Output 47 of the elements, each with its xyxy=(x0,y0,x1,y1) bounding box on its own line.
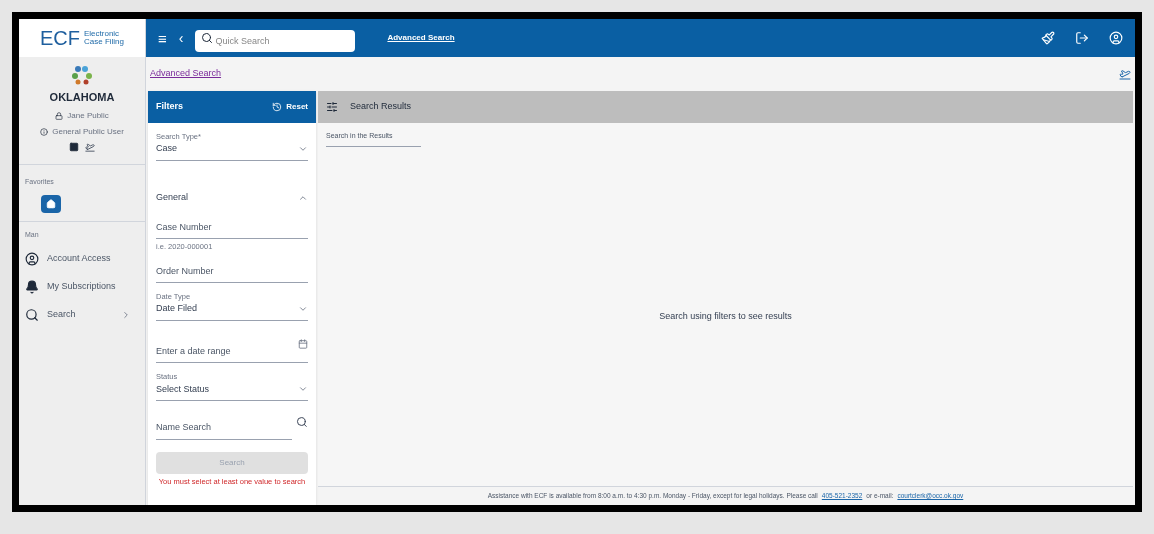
plane-icon[interactable] xyxy=(1119,68,1131,80)
menu-button[interactable]: ≡ xyxy=(158,30,167,46)
advanced-search-link[interactable]: Advanced Search xyxy=(387,32,455,44)
search-icon xyxy=(25,307,39,322)
filter-icon[interactable] xyxy=(326,101,338,113)
dropdown-icon xyxy=(298,304,308,314)
logo-subtitle: Case Filing xyxy=(84,38,124,46)
dropdown-icon xyxy=(298,144,308,154)
user-name: Jane Public xyxy=(67,109,109,122)
nav-item[interactable]: Search xyxy=(25,304,139,325)
logout-icon[interactable] xyxy=(1075,31,1089,45)
search-icon xyxy=(201,32,214,44)
collapse-button[interactable]: ‹ xyxy=(178,31,184,45)
plane-icon[interactable] xyxy=(85,141,95,152)
calendar-icon xyxy=(298,338,308,349)
order-number-field[interactable]: Order Number xyxy=(156,264,308,283)
home-button[interactable] xyxy=(41,195,61,213)
panel-title: Filters xyxy=(156,100,183,114)
flower-logo-icon xyxy=(71,65,93,85)
history-icon xyxy=(272,102,283,112)
quick-search-field[interactable]: Quick Search xyxy=(195,30,356,52)
lock-icon xyxy=(55,111,64,120)
state-name: OKLAHOMA xyxy=(49,90,115,105)
paint-icon[interactable] xyxy=(1041,31,1055,45)
bell-icon xyxy=(25,279,39,294)
case-number-field[interactable]: Case Number xyxy=(156,220,308,240)
search-icon[interactable] xyxy=(296,415,308,428)
empty-message: Search using filters to see results xyxy=(659,309,792,323)
field-value: Date Filed xyxy=(156,302,198,316)
chevron-icon xyxy=(121,309,131,320)
account-icon[interactable] xyxy=(1109,31,1123,45)
name-search-field[interactable]: Name Search xyxy=(156,421,293,440)
field-value: Case xyxy=(156,142,177,156)
nav-item[interactable]: My Subscriptions xyxy=(25,276,139,297)
home-icon xyxy=(46,199,56,209)
logo-text: ECF xyxy=(40,28,80,48)
breadcrumb-link[interactable]: Advanced Search xyxy=(150,67,222,81)
logo-subtitle: Electronic xyxy=(84,30,121,38)
info-icon xyxy=(40,127,49,136)
date-range-field[interactable]: Enter a date range xyxy=(156,344,308,364)
nav-item[interactable]: Account Access xyxy=(25,248,139,269)
section-header[interactable]: General xyxy=(156,186,308,209)
account-icon xyxy=(25,251,39,266)
panel-title: Search Results xyxy=(350,100,412,114)
reset-button[interactable]: Reset xyxy=(272,101,308,113)
field-value: Select Status xyxy=(156,382,210,396)
user-role: General Public User xyxy=(52,125,124,138)
